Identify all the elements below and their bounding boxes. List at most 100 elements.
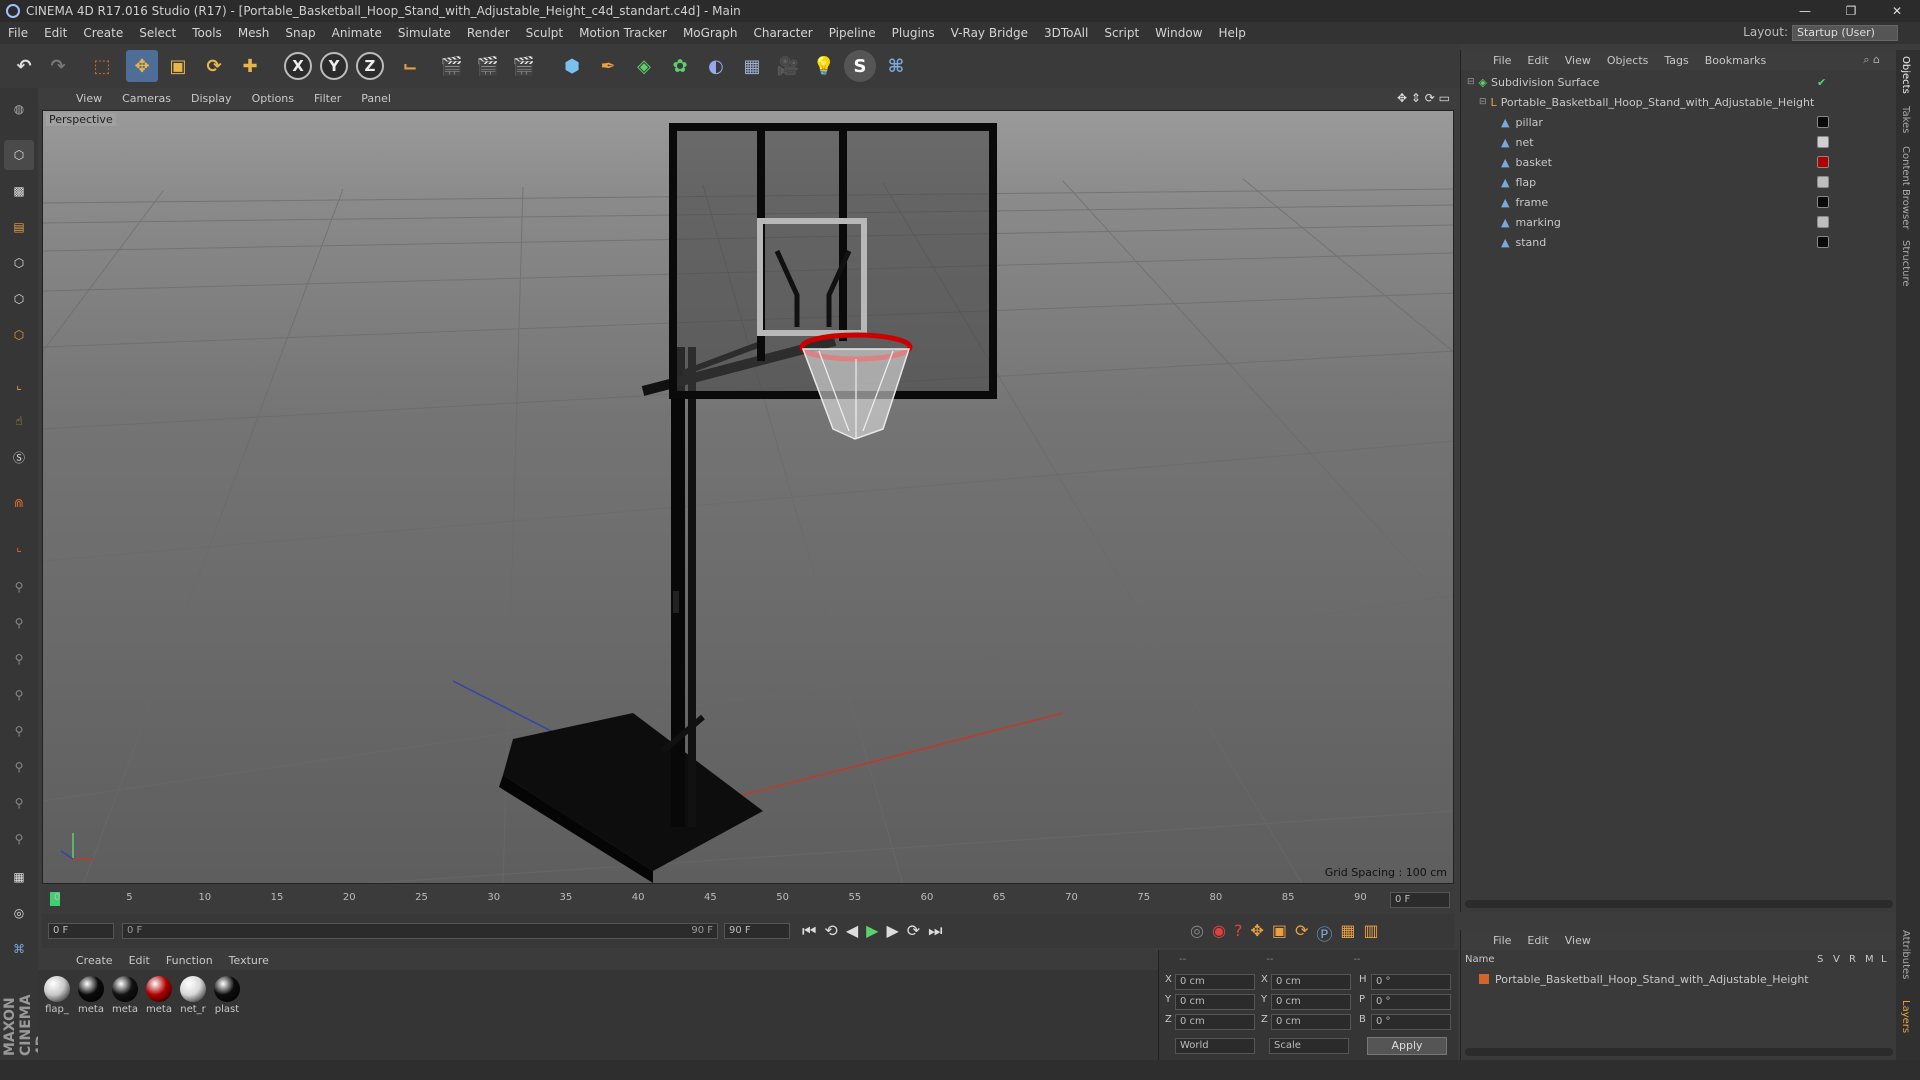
redo-icon[interactable]: ↷	[42, 50, 74, 82]
material-tag-icon[interactable]	[1817, 116, 1829, 128]
menu-edit[interactable]: Edit	[36, 26, 75, 40]
viewport-menu-panel[interactable]: Panel	[351, 92, 401, 105]
cube-primitive-icon[interactable]: ⬢	[556, 50, 588, 82]
object-row[interactable]: ▲ stand	[1461, 232, 1897, 252]
material-swatch[interactable]: plast	[212, 976, 242, 1015]
material-tag-icon[interactable]	[1817, 196, 1829, 208]
x-axis-lock-button[interactable]: X	[282, 50, 314, 82]
viewport-menu-cameras[interactable]: Cameras	[112, 92, 181, 105]
material-swatch[interactable]: meta	[144, 976, 174, 1015]
objects-menu-edit[interactable]: Edit	[1519, 54, 1556, 67]
points-mode-icon[interactable]: ⬡	[4, 248, 34, 278]
object-row-group[interactable]: ⊟ L Portable_Basketball_Hoop_Stand_with_…	[1461, 92, 1897, 112]
start-frame-field[interactable]: 0 F	[48, 923, 114, 939]
menu-simulate[interactable]: Simulate	[390, 26, 459, 40]
axis-mode-icon[interactable]: ⌞	[4, 370, 34, 400]
workplane-mode-icon[interactable]: ▤	[4, 212, 34, 242]
material-menu-create[interactable]: Create	[68, 954, 121, 967]
menu-pipeline[interactable]: Pipeline	[821, 26, 884, 40]
step-forward-icon[interactable]: ▶	[886, 921, 898, 941]
menu-script[interactable]: Script	[1096, 26, 1147, 40]
objects-horizontal-scrollbar[interactable]	[1465, 900, 1893, 908]
material-swatch[interactable]: meta	[76, 976, 106, 1015]
polygons-mode-icon[interactable]: ⬡	[4, 320, 34, 350]
minimize-button[interactable]: —	[1782, 0, 1828, 22]
loop-icon[interactable]: ⟳	[907, 921, 920, 941]
scale-key-icon[interactable]: ▣	[1272, 921, 1287, 945]
menu-sculpt[interactable]: Sculpt	[518, 26, 571, 40]
autokey-icon[interactable]: ◉	[1212, 921, 1226, 945]
viewport-menu-view[interactable]: View	[66, 92, 112, 105]
brush-tool-icon[interactable]: ⚲	[4, 788, 34, 818]
scale-tool-icon[interactable]: ▣	[162, 50, 194, 82]
material-swatch[interactable]: net_r	[178, 976, 208, 1015]
workplane-icon[interactable]: ⌞	[4, 532, 34, 562]
layers-horizontal-scrollbar[interactable]	[1465, 1048, 1893, 1056]
array-icon[interactable]: ✿	[664, 50, 696, 82]
point-level-icon[interactable]: ▦	[1340, 921, 1355, 945]
material-swatch[interactable]: flap_	[42, 976, 72, 1015]
bone-tool-icon[interactable]: ⚲	[4, 608, 34, 638]
frame-range-slider[interactable]: 0 F 90 F	[122, 923, 718, 939]
make-editable-icon[interactable]: ◍	[4, 94, 34, 124]
motion-path-icon[interactable]: ◎	[1190, 921, 1204, 945]
weight-tool-icon[interactable]: ⚲	[4, 680, 34, 710]
move-tool-icon[interactable]: ✥	[126, 50, 158, 82]
material-menu-edit[interactable]: Edit	[121, 954, 158, 967]
objects-menu-view[interactable]: View	[1557, 54, 1599, 67]
position-key-icon[interactable]: ✥	[1250, 921, 1263, 945]
floor-icon[interactable]: ▦	[736, 50, 768, 82]
grid-lock-icon[interactable]: ▦	[4, 862, 34, 892]
viewport-menu-display[interactable]: Display	[181, 92, 242, 105]
tweak-mode-icon[interactable]: ☝	[4, 406, 34, 436]
menu-animate[interactable]: Animate	[324, 26, 390, 40]
menu-window[interactable]: Window	[1147, 26, 1210, 40]
position-x-field[interactable]: 0 cm	[1175, 974, 1255, 990]
viewport-navigation-icon[interactable]: ✥ ⇕ ⟳ ▭	[1397, 91, 1450, 105]
menu-character[interactable]: Character	[745, 26, 820, 40]
collapse-toggle-icon[interactable]: ⊟	[1479, 97, 1487, 107]
viewport-menu-options[interactable]: Options	[242, 92, 304, 105]
material-tag-icon[interactable]	[1817, 156, 1829, 168]
menu-plugins[interactable]: Plugins	[884, 26, 943, 40]
snap-icon[interactable]: Ⓢ	[4, 442, 34, 472]
render-settings-icon[interactable]: 🎬	[508, 50, 540, 82]
menu-render[interactable]: Render	[459, 26, 518, 40]
menu-vray-bridge[interactable]: V-Ray Bridge	[943, 26, 1036, 40]
position-y-field[interactable]: 0 cm	[1175, 994, 1255, 1010]
menu-create[interactable]: Create	[75, 26, 131, 40]
rotation-b-field[interactable]: 0 °	[1371, 1014, 1451, 1030]
tab-objects[interactable]: Objects	[1900, 56, 1911, 94]
timeline-window-icon[interactable]: ▥	[1364, 921, 1379, 945]
texture-mode-icon[interactable]: ▩	[4, 176, 34, 206]
joint-tool-icon[interactable]: ⚲	[4, 572, 34, 602]
model-mode-icon[interactable]: ⬡	[4, 140, 34, 170]
camera-icon[interactable]: 🎥	[772, 50, 804, 82]
objects-menu-tags[interactable]: Tags	[1656, 54, 1696, 67]
objects-search-icon[interactable]: ⌕ ⌂	[1855, 53, 1888, 67]
paint-tool-icon[interactable]: ⚲	[4, 716, 34, 746]
vray-icon[interactable]: S	[844, 50, 876, 82]
live-selection-icon[interactable]: ⬚	[86, 50, 118, 82]
tab-structure[interactable]: Structure	[1900, 240, 1911, 287]
menu-tools[interactable]: Tools	[184, 26, 230, 40]
undo-icon[interactable]: ↶	[8, 50, 40, 82]
material-tag-icon[interactable]	[1817, 176, 1829, 188]
menu-motion-tracker[interactable]: Motion Tracker	[571, 26, 675, 40]
python-script-icon[interactable]: ⌘	[4, 934, 34, 964]
tab-layers[interactable]: Layers	[1900, 1000, 1911, 1033]
goto-start-icon[interactable]: ⏮	[802, 921, 816, 941]
material-tag-icon[interactable]	[1817, 216, 1829, 228]
end-frame-field[interactable]: 90 F	[724, 923, 790, 939]
objects-menu-objects[interactable]: Objects	[1599, 54, 1657, 67]
object-row[interactable]: ▲ frame	[1461, 192, 1897, 212]
collapse-toggle-icon[interactable]: ⊟	[1467, 77, 1475, 87]
ik-tool-icon[interactable]: ⚲	[4, 644, 34, 674]
menu-mograph[interactable]: MoGraph	[675, 26, 746, 40]
edges-mode-icon[interactable]: ⬡	[4, 284, 34, 314]
object-row-subdivision-surface[interactable]: ⊟ ◈ Subdivision Surface ✔	[1461, 72, 1897, 92]
magnet-icon[interactable]: ⋒	[4, 488, 34, 518]
layers-menu-view[interactable]: View	[1557, 934, 1599, 947]
objects-menu-bookmarks[interactable]: Bookmarks	[1697, 54, 1774, 67]
rotate-tool-icon[interactable]: ⟳	[198, 50, 230, 82]
